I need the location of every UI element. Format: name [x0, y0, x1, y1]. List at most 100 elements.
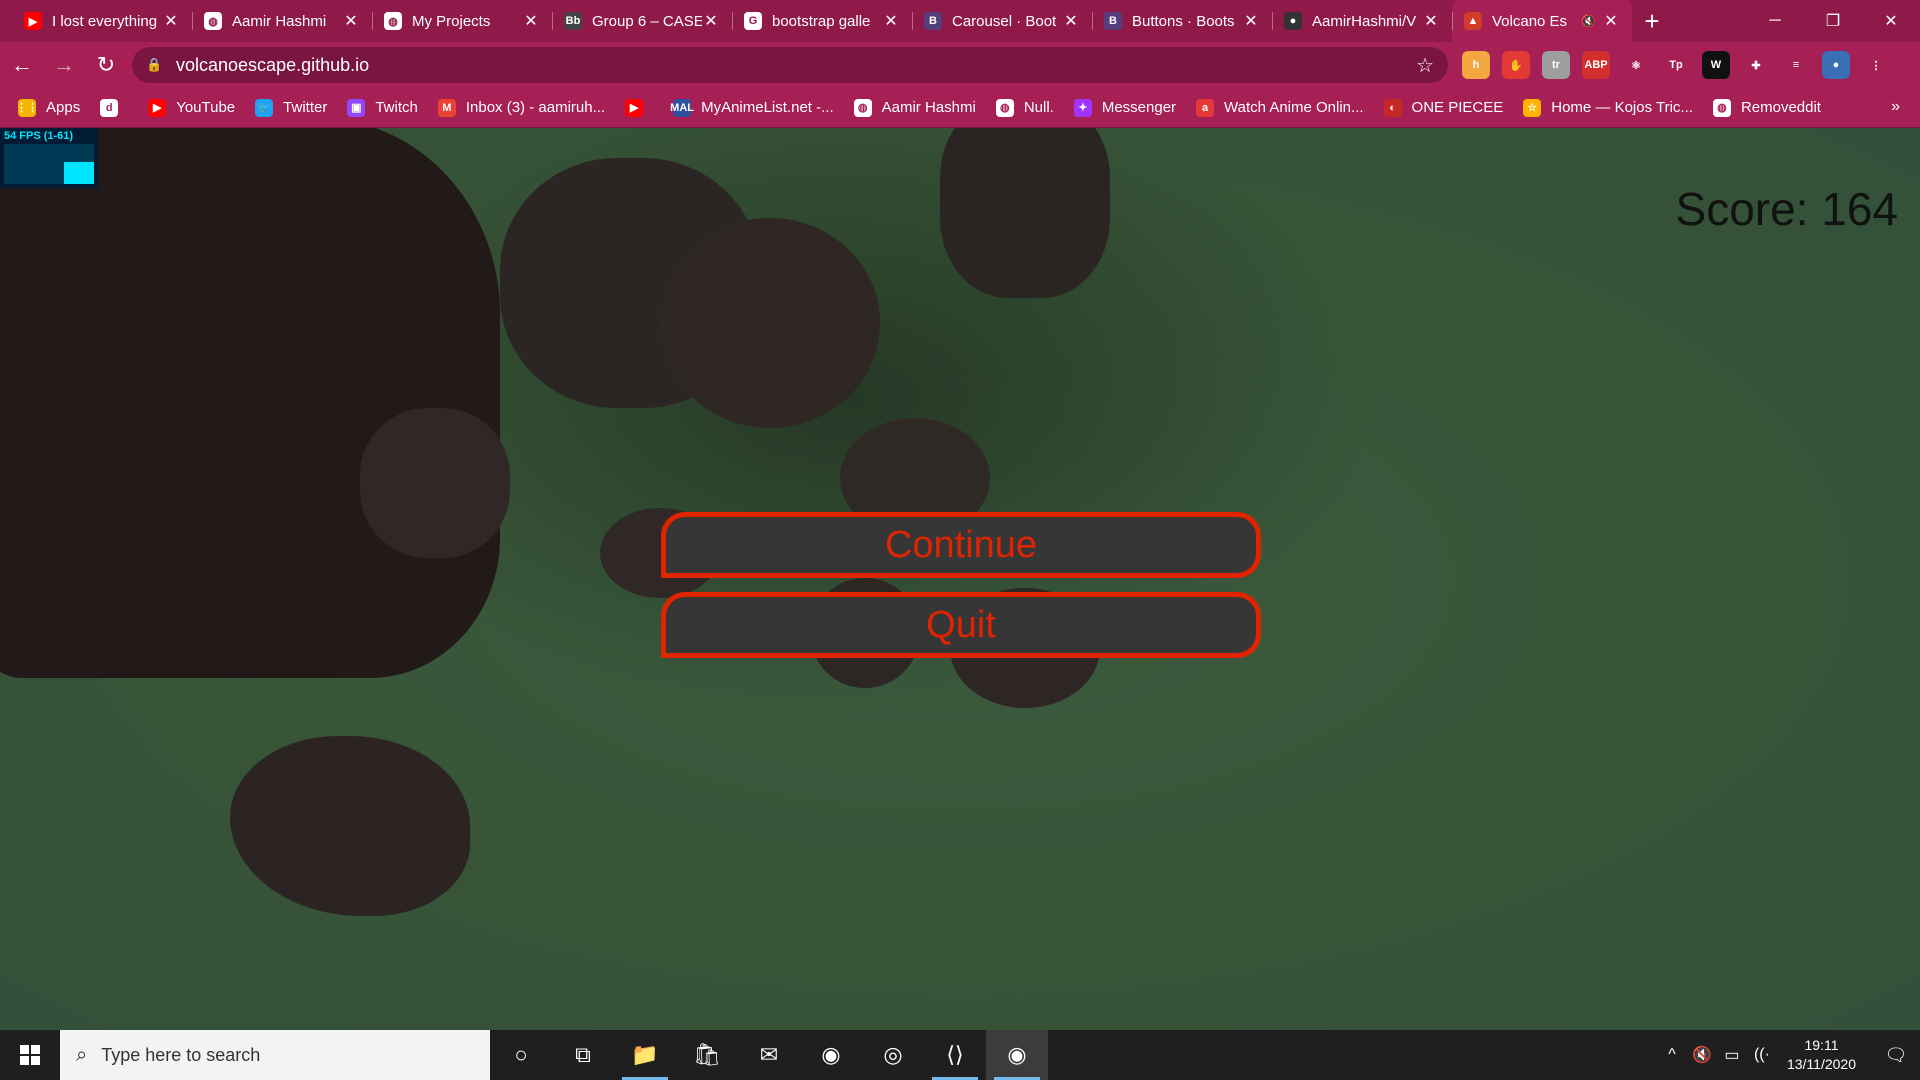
bookmark-item[interactable]: ▶ [625, 98, 653, 117]
bookmark-item[interactable]: ◍ Aamir Hashmi [853, 98, 976, 117]
globe-icon: ◍ [995, 98, 1014, 117]
fps-stats-panel[interactable]: 54 FPS (1-61) [0, 128, 98, 188]
show-hidden-icons-icon[interactable]: ^ [1657, 1046, 1687, 1064]
bookmark-label: Messenger [1101, 99, 1177, 116]
quit-button[interactable]: Quit [661, 592, 1261, 658]
browser-tab[interactable]: B Carousel · Boot ✕ [912, 0, 1092, 42]
bookmark-item[interactable]: MAL MyAnimeList.net -... [670, 98, 834, 117]
battery-icon[interactable]: ▭ [1717, 1045, 1747, 1065]
volume-muted-icon[interactable]: 🔇 [1687, 1045, 1717, 1065]
bookmark-item[interactable]: 🐦 Twitter [255, 98, 327, 117]
browser-tab[interactable]: B Buttons · Boots ✕ [1092, 0, 1272, 42]
restore-button[interactable]: ❐ [1804, 0, 1862, 42]
onepiece-icon: ◐ [1383, 98, 1402, 117]
tab-muted-icon[interactable]: 🔇 [1581, 14, 1596, 28]
cortana-icon[interactable]: ○ [490, 1030, 552, 1080]
windows-logo-icon [20, 1045, 40, 1065]
bookmark-item[interactable]: ◍ Removeddit [1712, 98, 1821, 117]
rock [360, 408, 510, 558]
browser-tab[interactable]: Bb Group 6 – CASE ✕ [552, 0, 732, 42]
tab-close-icon[interactable]: ✕ [522, 11, 540, 31]
bookmark-label: Watch Anime Onlin... [1224, 99, 1364, 116]
tab-title: Carousel · Boot [952, 12, 1057, 30]
tab-close-icon[interactable]: ✕ [1422, 11, 1440, 31]
bookmark-item[interactable]: ◐ ONE PIECEE [1383, 98, 1503, 117]
action-center-icon[interactable]: 🗨 [1872, 1045, 1920, 1066]
clock[interactable]: 19:11 13/11/2020 [1787, 1036, 1856, 1074]
globe-icon: ◍ [384, 12, 402, 30]
browser-tab[interactable]: ▲ Volcano Es 🔇 ✕ [1452, 0, 1632, 42]
minimize-button[interactable]: ─ [1746, 0, 1804, 42]
github-desktop-icon[interactable]: ◎ [862, 1030, 924, 1080]
tp-extension-icon[interactable]: Tp [1662, 51, 1690, 79]
browser-tab[interactable]: Gbootstrap galle ✕ [732, 0, 912, 42]
file-explorer-icon[interactable]: 📁 [614, 1030, 676, 1080]
reload-button[interactable]: ↻ [86, 45, 126, 85]
game-canvas[interactable]: 54 FPS (1-61) Score: 164 Continue Quit [0, 128, 1920, 1030]
bookmark-item[interactable]: a Watch Anime Onlin... [1196, 98, 1364, 117]
react-devtools-icon[interactable]: ⚛ [1622, 51, 1650, 79]
chrome-active-icon[interactable]: ◉ [986, 1030, 1048, 1080]
vscode-icon[interactable]: ⟨⟩ [924, 1030, 986, 1080]
fps-graph [4, 144, 94, 184]
bookmark-item[interactable]: ▶ YouTube [148, 98, 235, 117]
bookmark-item[interactable]: ✦ Messenger [1073, 98, 1177, 117]
bookmark-label: Home — Kojos Tric... [1551, 99, 1693, 116]
chrome-icon[interactable]: ◉ [800, 1030, 862, 1080]
continue-button[interactable]: Continue [661, 512, 1261, 578]
stop-extension-icon[interactable]: ✋ [1502, 51, 1530, 79]
address-bar[interactable]: 🔒 volcanoescape.github.io ☆ [132, 47, 1448, 83]
new-tab-button[interactable]: + [1632, 0, 1672, 42]
media-control-icon[interactable]: ≡ [1782, 51, 1810, 79]
browser-tab[interactable]: ▶ I lost everything ✕ [12, 0, 192, 42]
fps-graph-bar [64, 162, 94, 184]
tab-close-icon[interactable]: ✕ [702, 11, 720, 31]
bookmark-item[interactable]: ◍ Null. [995, 98, 1054, 117]
bookmark-item[interactable]: ▣ Twitch [347, 98, 418, 117]
back-arrow-icon: ← [11, 52, 33, 77]
browser-tab[interactable]: ● AamirHashmi/V ✕ [1272, 0, 1452, 42]
tab-close-icon[interactable]: ✕ [1602, 11, 1620, 31]
youtube-icon: ▶ [625, 98, 644, 117]
tab-close-icon[interactable]: ✕ [1062, 11, 1080, 31]
rock [230, 736, 470, 916]
adblock-extension-icon[interactable]: ABP [1582, 51, 1610, 79]
mail-icon[interactable]: ✉ [738, 1030, 800, 1080]
score-display: Score: 164 [1675, 183, 1898, 235]
lock-icon: 🔒 [146, 57, 163, 72]
tab-strip: ▶ I lost everything ✕ ◍ Aamir Hashmi ✕ ◍ My Pro… [0, 0, 1920, 42]
bookmarks-overflow-button[interactable]: » [1891, 98, 1900, 116]
url-text[interactable]: volcanoescape.github.io [176, 55, 1416, 76]
task-view-icon[interactable]: ⧉ [552, 1030, 614, 1080]
translate-extension-icon[interactable]: tr [1542, 51, 1570, 79]
taskbar-search-box[interactable]: ⌕ Type here to search [60, 1030, 490, 1080]
forward-button[interactable]: → [44, 45, 84, 85]
microsoft-store-icon[interactable]: 🛍 [676, 1030, 738, 1080]
bookmark-item[interactable]: ☆ Home — Kojos Tric... [1523, 98, 1693, 117]
bookmark-item[interactable]: M Inbox (3) - aamiruh... [437, 98, 605, 117]
bookmark-item[interactable]: ⋮⋮ Apps [16, 98, 80, 117]
start-button[interactable] [0, 1030, 60, 1080]
tab-close-icon[interactable]: ✕ [882, 11, 900, 31]
menu-icon[interactable]: ⋮ [1862, 51, 1890, 79]
browser-tab[interactable]: ◍ My Projects ✕ [372, 0, 552, 42]
profile-avatar-icon[interactable]: ● [1822, 51, 1850, 79]
bookmark-label: Null. [1023, 99, 1054, 116]
anime-site-icon: a [1196, 98, 1215, 117]
bookmark-star-icon[interactable]: ☆ [1416, 53, 1434, 78]
w-extension-icon[interactable]: W [1702, 51, 1730, 79]
tab-close-icon[interactable]: ✕ [342, 11, 360, 31]
youtube-icon: ▶ [24, 12, 42, 30]
honey-extension-icon[interactable]: h [1462, 51, 1490, 79]
bookmark-item[interactable]: d [100, 98, 128, 117]
wifi-icon[interactable]: ((· [1747, 1046, 1777, 1064]
rock [660, 218, 880, 428]
tab-close-icon[interactable]: ✕ [162, 11, 180, 31]
browser-tab[interactable]: ◍ Aamir Hashmi ✕ [192, 0, 372, 42]
back-button[interactable]: ← [2, 45, 42, 85]
apps-grid-icon: ⋮⋮ [16, 98, 38, 117]
tab-close-icon[interactable]: ✕ [1242, 11, 1260, 31]
bookmark-label: Twitch [375, 99, 418, 116]
puzzle-extensions-icon[interactable]: ✚ [1742, 51, 1770, 79]
close-window-button[interactable]: ✕ [1862, 0, 1920, 42]
